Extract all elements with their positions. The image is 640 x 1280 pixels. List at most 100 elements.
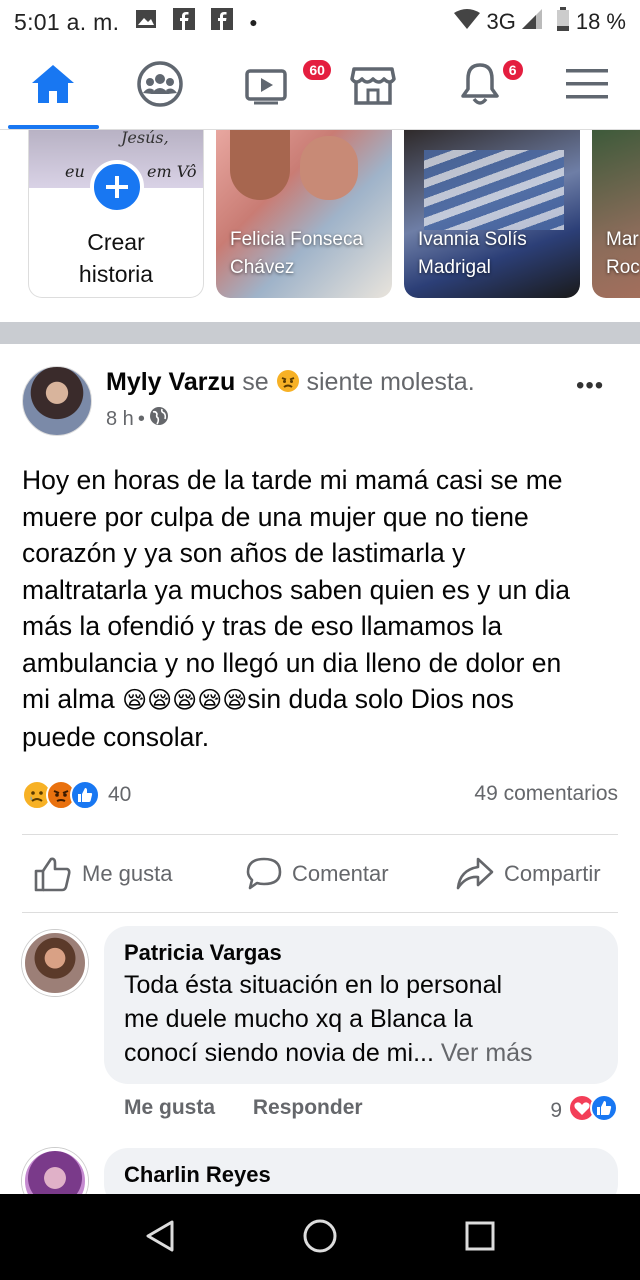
like-label: Me gusta: [82, 861, 173, 886]
see-more-link[interactable]: Ver más: [441, 1039, 533, 1067]
comment-reply-button[interactable]: Responder: [253, 1096, 363, 1119]
comment-reaction-count: 9: [550, 1099, 562, 1122]
post-text-line: puede consolar.: [22, 721, 210, 752]
story-card[interactable]: Mar Roc: [592, 130, 640, 298]
story-author: Ivannia Solís Madrigal: [418, 226, 527, 282]
plus-icon: [106, 176, 128, 198]
angry-face-icon: [276, 368, 307, 396]
status-time: 5:01 a. m.: [14, 8, 120, 35]
globe-icon: [149, 406, 169, 432]
comment-bubble[interactable]: Patricia Vargas Toda ésta situación en l…: [104, 926, 618, 1084]
tab-marketplace[interactable]: [320, 44, 427, 129]
post-text-line: corazón y ya son años de lastimarla y: [22, 538, 466, 568]
reactions-summary[interactable]: 40: [22, 780, 131, 810]
create-story-card[interactable]: Jesús, eu em Vô Crear historia: [28, 130, 204, 298]
comment-button[interactable]: Comentar: [246, 836, 389, 912]
comment-text-line: conocí siendo novia de mi... Ver más: [124, 1036, 598, 1070]
like-reaction-icon: [590, 1094, 618, 1128]
comment-avatar[interactable]: [22, 930, 88, 996]
post-text-line: ambulancia y no llegó un dia lleno de do…: [22, 647, 562, 678]
gallery-icon: [135, 9, 157, 35]
story-author: Mar Roc: [606, 226, 640, 282]
system-navigation-bar: [0, 1194, 640, 1280]
top-navigation: 60 6: [0, 44, 640, 130]
post-options-button[interactable]: •••: [576, 372, 604, 400]
like-button[interactable]: Me gusta: [34, 836, 173, 912]
wifi-icon: [454, 9, 481, 35]
comment-text-line: Toda ésta situación en lo personal: [124, 971, 503, 999]
post-text-line: maltratarla ya muchos saben quien es y u…: [22, 574, 570, 605]
feeling-prefix: se: [242, 368, 269, 396]
share-button[interactable]: Compartir: [456, 836, 601, 912]
post-author[interactable]: Myly Varzu: [106, 368, 235, 396]
tab-notifications[interactable]: 6: [427, 44, 534, 129]
comment-like-button[interactable]: Me gusta: [124, 1096, 215, 1119]
meta-dot: •: [137, 407, 145, 430]
create-story-photo: Jesús, eu em Vô: [29, 130, 203, 214]
create-story-caption-3: em Vô: [147, 162, 197, 181]
marketplace-icon: [350, 63, 397, 110]
post-meta: 8 h •: [106, 406, 169, 432]
tab-menu[interactable]: [533, 44, 640, 129]
story-card[interactable]: Ivannia Solís Madrigal: [404, 130, 580, 298]
post-text-line: Hoy en horas de la tarde mi mamá casi se…: [22, 465, 563, 495]
divider: [22, 834, 618, 835]
comment-bubble-icon: [246, 857, 282, 890]
post-text-line: mi alma 😪😪😪😪😪sin duda solo Dios nos: [22, 681, 622, 719]
avatar[interactable]: [22, 366, 92, 436]
network-type: 3G: [486, 9, 516, 34]
tab-home[interactable]: [0, 44, 107, 129]
more-notifications-dot-icon: ●: [249, 14, 258, 30]
story-author-line-2: Madrigal: [418, 257, 491, 278]
notifications-badge: 6: [500, 58, 525, 82]
divider: [22, 912, 618, 913]
video-icon: [244, 63, 290, 110]
add-story-button[interactable]: [90, 160, 144, 214]
signal-icon: [521, 9, 542, 35]
post-text-line: muere por culpa de una mujer que no tien…: [22, 501, 529, 532]
sleepy-face-emoji: 😪😪😪😪😪: [122, 686, 248, 714]
story-author-line-1: Ivannia Solís: [418, 229, 527, 250]
create-story-caption-1: Jesús,: [121, 130, 169, 147]
comment-author[interactable]: Patricia Vargas: [124, 938, 598, 968]
story-author-line-2: Roc: [606, 257, 640, 278]
post-text: Hoy en horas de la tarde mi mamá casi se…: [22, 462, 622, 755]
bell-icon: [458, 61, 502, 112]
create-story-label-line-2: historia: [78, 261, 154, 287]
battery-icon: [556, 7, 570, 37]
tab-groups[interactable]: [107, 44, 214, 129]
story-author-line-1: Mar: [606, 229, 639, 250]
status-bar: 5:01 a. m. ● 3G 18 %: [0, 0, 640, 44]
story-author-line-1: Felicia Fonseca: [230, 229, 364, 250]
recents-square-icon: [465, 1221, 495, 1251]
home-circle-icon: [303, 1219, 337, 1253]
post-time[interactable]: 8 h: [106, 408, 134, 431]
comment-author[interactable]: Charlin Reyes: [124, 1160, 598, 1190]
feed-separator: [0, 322, 640, 344]
comment-actions: Me gusta Responder: [124, 1096, 395, 1120]
groups-icon: [136, 60, 184, 113]
back-triangle-icon: [146, 1220, 174, 1252]
facebook-notification-icon-2: [211, 8, 234, 36]
comment-reactions[interactable]: 9: [550, 1094, 618, 1128]
home-button[interactable]: [300, 1214, 340, 1263]
stories-tray: Jesús, eu em Vô Crear historia Felicia F…: [0, 130, 640, 322]
hamburger-menu-icon: [565, 67, 608, 106]
share-arrow-icon: [456, 857, 494, 890]
facebook-notification-icon: [173, 8, 196, 36]
thumbs-up-icon: [34, 857, 71, 892]
tab-watch[interactable]: 60: [213, 44, 333, 129]
post-text-line: más la ofendió y tras de eso llamamos la: [22, 611, 503, 641]
back-button[interactable]: [140, 1214, 180, 1263]
comment-text-line: me duele mucho xq a Blanca la: [124, 1005, 473, 1033]
battery-level: 18 %: [575, 9, 626, 34]
comment-text-fragment: conocí siendo novia de mi...: [124, 1039, 434, 1067]
story-author: Felicia Fonseca Chávez: [230, 226, 363, 282]
post-text-fragment: mi alma: [22, 684, 123, 714]
story-card[interactable]: Felicia Fonseca Chávez: [216, 130, 392, 298]
post-author-line: Myly Varzu se siente molesta.: [106, 368, 475, 397]
comments-count[interactable]: 49 comentarios: [474, 782, 618, 806]
post-text-fragment: sin duda solo Dios nos: [247, 684, 514, 714]
feeling-text[interactable]: siente molesta.: [307, 368, 475, 396]
recents-button[interactable]: [460, 1214, 500, 1263]
